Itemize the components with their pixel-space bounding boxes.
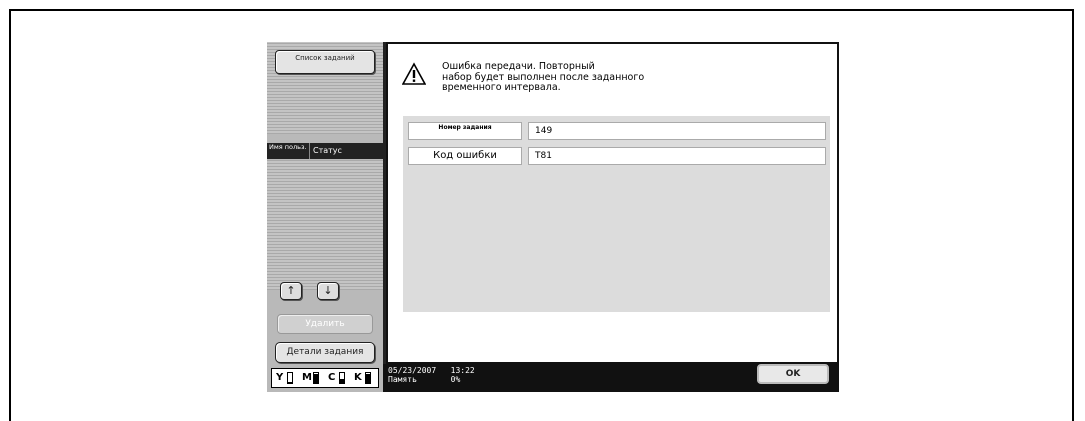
job-list-header: Имя польз. Статус xyxy=(267,143,383,159)
column-user-name: Имя польз. xyxy=(269,143,307,151)
error-code-value: T81 xyxy=(528,147,826,165)
error-dialog: Ошибка передачи. Повторный набор будет в… xyxy=(386,42,839,364)
device-screen: Список заданий Имя польз. Статус ↑ ↓ Уда… xyxy=(267,42,839,392)
toner-label-m: M xyxy=(302,372,312,383)
job-list-button[interactable]: Список заданий xyxy=(275,50,375,74)
toner-label-y: Y xyxy=(276,372,284,383)
memory-label: Память xyxy=(388,375,417,384)
scroll-down-button[interactable]: ↓ xyxy=(317,282,339,300)
toner-label-c: C xyxy=(328,372,336,383)
job-list-area[interactable] xyxy=(267,160,383,290)
left-panel: Список заданий Имя польз. Статус ↑ ↓ Уда… xyxy=(267,42,383,392)
memory-value: 0% xyxy=(450,375,461,384)
arrow-down-icon: ↓ xyxy=(323,284,333,297)
arrow-up-icon: ↑ xyxy=(286,284,296,297)
error-message: Ошибка передачи. Повторный набор будет в… xyxy=(442,61,645,93)
date-text: 05/23/2007 xyxy=(388,366,437,375)
error-code-label: Код ошибки xyxy=(408,147,522,165)
toner-level-c xyxy=(339,372,345,384)
toner-level-y xyxy=(287,372,293,384)
date-time-memory: 05/23/2007 13:22 Память 0% xyxy=(388,366,475,384)
warning-icon xyxy=(402,62,426,85)
toner-indicator: YMCK xyxy=(271,368,379,388)
column-status: Статус xyxy=(313,146,342,155)
job-details-button[interactable]: Детали задания xyxy=(275,342,375,363)
toner-label-k: K xyxy=(354,372,362,383)
status-bar: 05/23/2007 13:22 Память 0% OK xyxy=(383,364,839,392)
job-number-label: Номер задания xyxy=(408,122,522,140)
delete-button[interactable]: Удалить xyxy=(277,314,373,334)
scroll-up-button[interactable]: ↑ xyxy=(280,282,302,300)
toner-level-m xyxy=(313,372,319,384)
job-number-value: 149 xyxy=(528,122,826,140)
job-info-panel: Номер задания 149 Код ошибки T81 xyxy=(403,116,830,312)
time-text: 13:22 xyxy=(450,366,475,375)
toner-level-k xyxy=(365,372,371,384)
ok-button[interactable]: OK xyxy=(757,364,829,384)
column-separator xyxy=(309,143,310,159)
